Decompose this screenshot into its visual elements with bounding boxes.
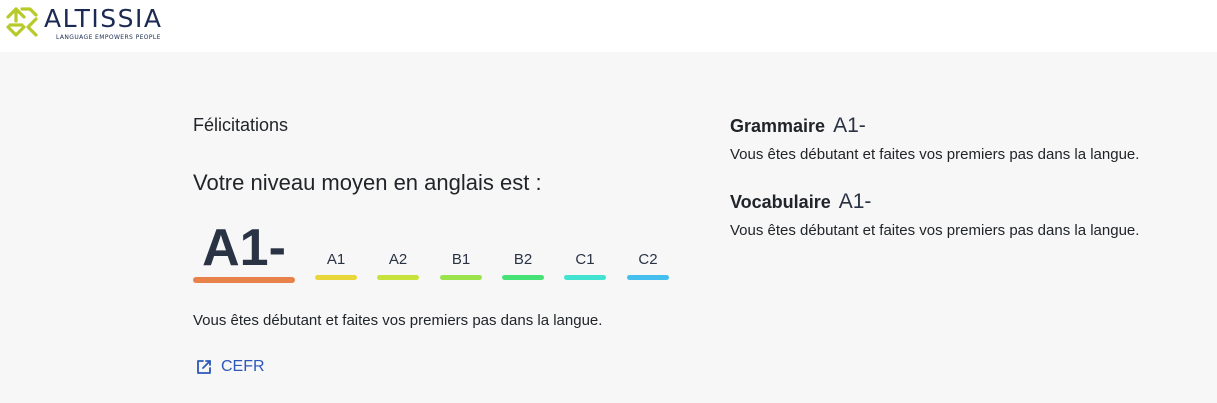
header: ALTISSIA LANGUAGE EMPOWERS PEOPLE [0, 0, 1217, 52]
level-title: Votre niveau moyen en anglais est : [193, 170, 542, 195]
cefr-link-label[interactable]: CEFR [221, 358, 265, 376]
scale-bar [564, 275, 606, 280]
skill-name: Vocabulaire [730, 192, 831, 212]
scale-item-c1: C1 [564, 251, 606, 280]
scale-item-c2: C2 [627, 251, 669, 280]
skill-name: Grammaire [730, 116, 826, 136]
scale-label: A1 [326, 251, 346, 268]
altissia-logo[interactable]: ALTISSIA LANGUAGE EMPOWERS PEOPLE [4, 5, 162, 41]
overall-level-bar [193, 277, 295, 283]
scale-bar [502, 275, 544, 280]
skill-level: A1- [833, 114, 866, 137]
scale-item-a1: A1 [315, 251, 357, 280]
congrats-text: Félicitations [193, 115, 289, 135]
scale-bar [377, 275, 419, 280]
scale-label: C1 [575, 251, 595, 268]
external-link-icon [197, 360, 211, 374]
skill-level: A1- [838, 190, 872, 213]
results-panel: Félicitations Votre niveau moyen en angl… [0, 52, 1217, 403]
scale-bar [627, 275, 669, 280]
skill-vocabulary: Vocabulaire A1- Vous êtes débutant et fa… [730, 190, 1139, 239]
cefr-link[interactable]: CEFR [195, 358, 265, 376]
level-description: Vous êtes débutant et faites vos premier… [193, 312, 603, 329]
scale-bar [315, 275, 357, 280]
scale-bar [440, 275, 482, 280]
scale-item-a2: A2 [377, 251, 419, 280]
overall-level: A1- [202, 219, 286, 277]
skill-description: Vous êtes débutant et faites vos premier… [730, 146, 1140, 163]
skill-grammar: Grammaire A1- Vous êtes débutant et fait… [730, 114, 1139, 163]
scale-label: B1 [451, 251, 471, 268]
scale-item-b2: B2 [502, 251, 544, 280]
skill-description: Vous êtes débutant et faites vos premier… [730, 222, 1140, 239]
brand-tagline: LANGUAGE EMPOWERS PEOPLE [56, 34, 161, 41]
scale-label: B2 [513, 251, 533, 268]
scale-label: C2 [638, 251, 658, 268]
scale-label: A2 [388, 251, 408, 268]
scale-item-b1: B1 [440, 251, 482, 280]
brand-name: ALTISSIA [44, 4, 163, 33]
logo-mark-icon [6, 7, 38, 37]
